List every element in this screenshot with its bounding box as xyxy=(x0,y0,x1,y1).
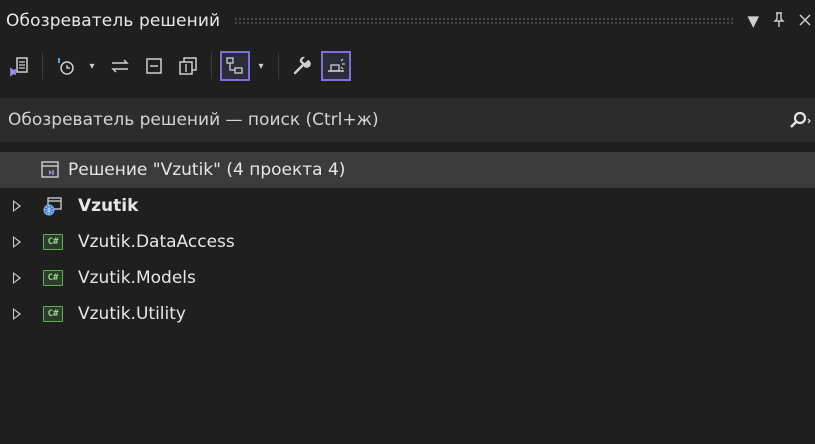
project-label: Vzutik.Utility xyxy=(78,304,186,324)
solution-explorer-toolbar: ▾ ▾ xyxy=(0,49,815,83)
search-box[interactable]: Обозреватель решений — поиск (Ctrl+ж) xyxy=(0,98,815,142)
solution-icon xyxy=(40,161,60,179)
close-icon[interactable] xyxy=(799,13,811,29)
panel-titlebar: Обозреватель решений ▼ xyxy=(0,8,815,34)
panel-title: Обозреватель решений xyxy=(6,11,221,31)
view-switch-icon[interactable] xyxy=(220,51,250,81)
search-icon[interactable] xyxy=(787,110,813,130)
web-project-icon xyxy=(34,196,72,216)
project-node[interactable]: C# Vzutik.Utility xyxy=(0,296,815,332)
properties-wrench-icon[interactable] xyxy=(287,51,317,81)
collapse-all-icon[interactable] xyxy=(139,51,169,81)
project-node[interactable]: C# Vzutik.Models xyxy=(0,260,815,296)
title-controls: ▼ xyxy=(747,11,815,31)
expander-icon[interactable] xyxy=(0,236,34,248)
csharp-project-icon: C# xyxy=(34,306,72,322)
solution-label: Решение "Vzutik" (4 проекта 4) xyxy=(68,160,346,180)
history-icon[interactable] xyxy=(51,51,81,81)
expander-icon[interactable] xyxy=(0,308,34,320)
project-label: Vzutik xyxy=(78,196,139,216)
project-label: Vzutik.DataAccess xyxy=(78,232,235,252)
csharp-project-icon: C# xyxy=(34,234,72,250)
dropdown-icon[interactable]: ▼ xyxy=(747,13,759,29)
csharp-project-icon: C# xyxy=(34,270,72,286)
vs-solution-home-icon[interactable] xyxy=(4,51,34,81)
drag-grip[interactable] xyxy=(234,17,736,25)
show-all-files-icon[interactable] xyxy=(173,51,203,81)
project-node[interactable]: Vzutik xyxy=(0,188,815,224)
project-label: Vzutik.Models xyxy=(78,268,196,288)
solution-node[interactable]: Решение "Vzutik" (4 проекта 4) xyxy=(0,152,815,188)
project-node[interactable]: C# Vzutik.DataAccess xyxy=(0,224,815,260)
expander-icon[interactable] xyxy=(0,200,34,212)
pin-icon[interactable] xyxy=(773,11,785,31)
preview-selected-icon[interactable] xyxy=(321,51,351,81)
solution-tree: Решение "Vzutik" (4 проекта 4) Vzutik C#… xyxy=(0,152,815,332)
solution-explorer-panel: Обозреватель решений ▼ ▾ ▾ Обозреватель … xyxy=(0,0,815,444)
expander-icon[interactable] xyxy=(0,272,34,284)
toolbar-separator xyxy=(211,53,212,79)
search-input[interactable]: Обозреватель решений — поиск (Ctrl+ж) xyxy=(0,110,787,130)
toolbar-separator xyxy=(278,53,279,79)
history-dropdown-icon[interactable]: ▾ xyxy=(85,61,99,72)
toolbar-separator xyxy=(42,53,43,79)
view-switch-dropdown-icon[interactable]: ▾ xyxy=(254,61,268,72)
sync-icon[interactable] xyxy=(105,51,135,81)
